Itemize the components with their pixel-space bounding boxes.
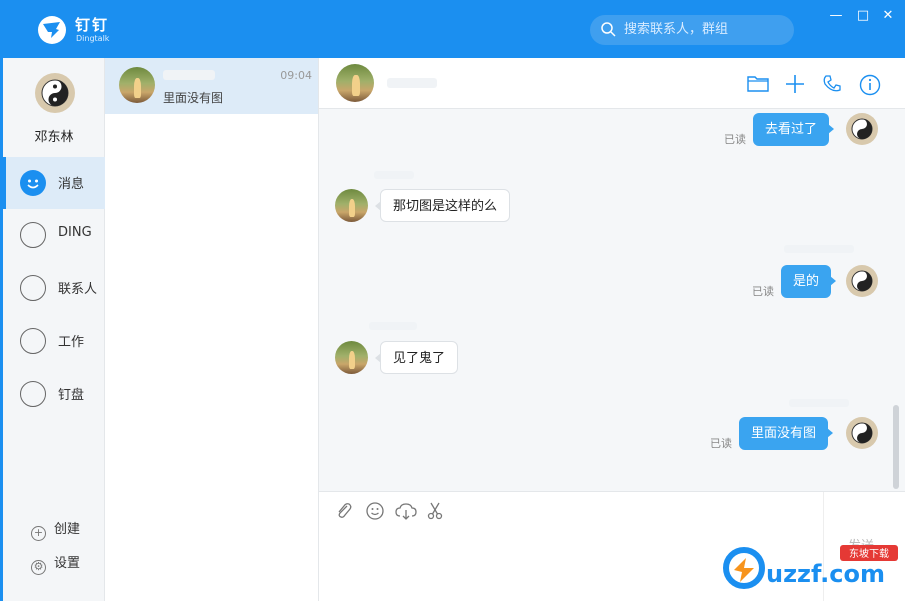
cloud-upload-icon[interactable] [395, 502, 417, 520]
search-input[interactable]: 搜索联系人，群组 [590, 15, 794, 45]
sidebar-item-label: 工作 [58, 335, 85, 350]
maximize-button[interactable]: □ [854, 8, 872, 24]
avatar [846, 113, 878, 145]
message-area: 已读 去看过了 那切图是这样的么 已读 是的 见了鬼了 已读 里面没有图 [319, 109, 905, 491]
list-item[interactable]: 09:04 里面没有图 [105, 58, 318, 114]
chat-title-redacted [387, 78, 437, 88]
sender-name-redacted [369, 322, 417, 330]
avatar [846, 417, 878, 449]
contact-name-redacted [163, 70, 215, 80]
cloud-drive-icon [20, 381, 46, 407]
gear-icon: ⚙ [31, 560, 46, 575]
conversation-preview: 里面没有图 [163, 91, 224, 105]
sender-name-redacted [374, 171, 414, 179]
folder-icon[interactable] [747, 74, 769, 92]
app-name: 钉钉 [75, 16, 110, 34]
sidebar-item-drive[interactable]: 钉盘 [3, 368, 105, 420]
read-status: 已读 [710, 437, 732, 450]
avatar[interactable] [35, 73, 75, 113]
sender-name-redacted [784, 245, 854, 253]
sender-name-redacted [789, 399, 849, 407]
compass-icon [20, 328, 46, 354]
scrollbar[interactable] [893, 405, 899, 489]
avatar [846, 265, 878, 297]
message-bubble-out[interactable]: 是的 [781, 265, 837, 298]
sidebar-item-work[interactable]: 工作 [3, 315, 105, 367]
avatar [119, 67, 155, 103]
read-status: 已读 [724, 133, 746, 146]
avatar [335, 341, 368, 374]
read-status: 已读 [752, 285, 774, 298]
watermark-logo: 东坡下载 uzzf.com [720, 540, 900, 596]
sidebar-item-label: 联系人 [58, 282, 98, 297]
sidebar-item-label: 消息 [58, 177, 85, 192]
chat-header [319, 58, 905, 109]
conversation-time: 09:04 [280, 69, 312, 82]
sidebar-item-label: 钉盘 [58, 388, 85, 403]
settings-label: 设置 [54, 556, 81, 571]
search-icon [601, 22, 616, 37]
message-bubble-in[interactable]: 那切图是这样的么 [374, 189, 511, 222]
yin-yang-icon [41, 79, 69, 107]
plus-icon: + [31, 526, 46, 541]
scissors-icon[interactable] [426, 502, 444, 520]
app-subname: Dingtalk [76, 34, 110, 43]
minimize-button[interactable]: — [827, 8, 845, 24]
message-icon [20, 170, 46, 196]
create-label: 创建 [54, 522, 81, 537]
user-name: 邓东林 [34, 130, 74, 145]
message-bubble-out[interactable]: 去看过了 [753, 113, 835, 146]
watermark-brand: uzzf.com [766, 560, 885, 588]
attachment-icon[interactable] [335, 502, 353, 520]
phone-icon[interactable] [822, 74, 842, 94]
avatar [335, 189, 368, 222]
message-bubble-in[interactable]: 见了鬼了 [374, 341, 459, 374]
conversation-list: 09:04 里面没有图 [105, 58, 319, 601]
sidebar-item-ding[interactable]: DING [3, 209, 105, 261]
emoji-icon[interactable] [366, 502, 384, 520]
ding-icon [20, 222, 46, 248]
title-bar: 钉钉 Dingtalk 搜索联系人，群组 — □ ✕ [0, 0, 905, 58]
contacts-icon [20, 275, 46, 301]
sidebar: 邓东林 消息 DING 联系人 工作 钉盘 + 创建 ⚙ 设置 [0, 58, 105, 601]
sidebar-item-messages[interactable]: 消息 [3, 157, 105, 209]
message-bubble-out[interactable]: 里面没有图 [739, 417, 834, 450]
sidebar-item-contacts[interactable]: 联系人 [3, 262, 105, 314]
sidebar-item-label: DING [58, 225, 92, 240]
create-button[interactable]: + 创建 [31, 518, 80, 541]
avatar[interactable] [336, 64, 374, 102]
close-button[interactable]: ✕ [879, 8, 897, 24]
info-icon[interactable] [859, 74, 881, 96]
add-icon[interactable] [785, 74, 805, 94]
dingtalk-logo-icon [38, 16, 66, 44]
watermark-tag: 东坡下载 [849, 547, 889, 560]
settings-button[interactable]: ⚙ 设置 [31, 552, 80, 575]
